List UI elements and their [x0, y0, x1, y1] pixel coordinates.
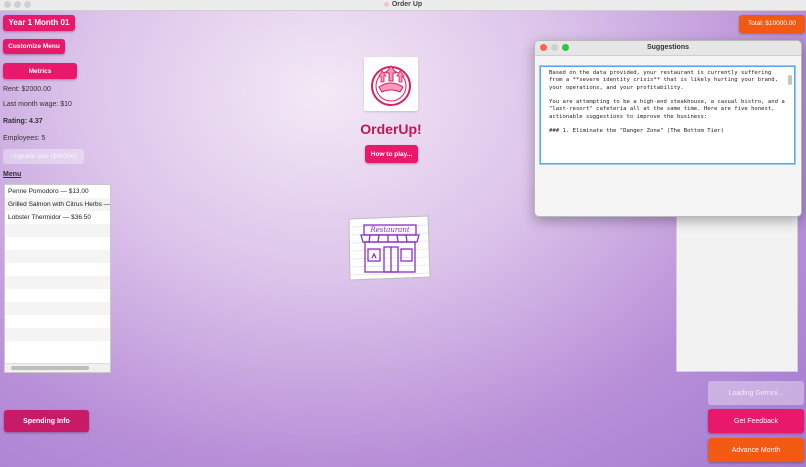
restaurant-illustration: Restaurant [346, 213, 432, 283]
window-title: Order Up [391, 1, 423, 8]
spending-info-button[interactable]: Spending Info [4, 410, 89, 432]
empty-row [5, 250, 110, 263]
order-up-logo-icon [371, 65, 411, 106]
total-balance: Total: $10000.00 [739, 15, 805, 33]
customize-menu-button[interactable]: Customize Menu [3, 39, 65, 54]
empty-row [5, 328, 110, 341]
app-icon [383, 1, 389, 7]
app-window: Order Up Year 1 Month 01 Customize Menu … [0, 0, 806, 467]
restaurant-icon [348, 215, 431, 281]
app-name: OrderUp! [360, 121, 422, 137]
rent-label: Rent: $2000.00 [3, 86, 51, 93]
upgrade-size-button[interactable]: Upgrade size ($40000) [3, 149, 84, 164]
suggestions-textarea[interactable]: Based on the data provided, your restaur… [540, 66, 795, 164]
how-to-play-button[interactable]: How to play... [365, 145, 418, 163]
right-panel [676, 216, 798, 372]
scrollbar-thumb[interactable] [11, 366, 89, 370]
date-badge: Year 1 Month 01 [3, 15, 75, 31]
wage-label: Last month wage: $10 [3, 101, 72, 108]
employees-label: Employees: 5 [3, 135, 46, 142]
empty-row [5, 289, 110, 302]
get-feedback-button[interactable]: Get Feedback [708, 409, 804, 433]
advance-month-button[interactable]: Advance Month [708, 438, 804, 462]
suggestions-window: Suggestions Based on the data provided, … [534, 40, 802, 217]
restaurant-sign: Restaurant [370, 226, 410, 234]
app-logo [364, 57, 418, 111]
scrollbar-thumb[interactable] [788, 75, 792, 85]
suggestions-body: Based on the data provided, your restaur… [549, 70, 785, 135]
menu-heading: Menu [3, 171, 22, 178]
empty-row [5, 302, 110, 315]
empty-row [5, 224, 110, 237]
rating-label: Rating: 4.37 [3, 118, 43, 125]
vertical-scrollbar[interactable] [788, 69, 793, 160]
empty-row [5, 237, 110, 250]
empty-row [5, 276, 110, 289]
title-bar: Order Up [0, 0, 806, 11]
suggestions-title: Suggestions [646, 44, 689, 51]
suggestions-title-bar: Suggestions [535, 41, 801, 56]
menu-item[interactable]: Lobster Thermidor — $36.50 [5, 211, 110, 224]
metrics-button[interactable]: Metrics [3, 63, 77, 79]
menu-list[interactable]: Penne Pomodoro — $13.00 Grilled Salmon w… [4, 184, 111, 373]
loading-gemini-button[interactable]: Loading Gemini... [708, 381, 804, 405]
empty-row [5, 341, 110, 354]
menu-item[interactable]: Grilled Salmon with Citrus Herbs — $27.5… [5, 198, 110, 211]
horizontal-scrollbar[interactable] [5, 363, 110, 372]
empty-row [5, 263, 110, 276]
menu-item[interactable]: Penne Pomodoro — $13.00 [5, 185, 110, 198]
empty-row [5, 315, 110, 328]
